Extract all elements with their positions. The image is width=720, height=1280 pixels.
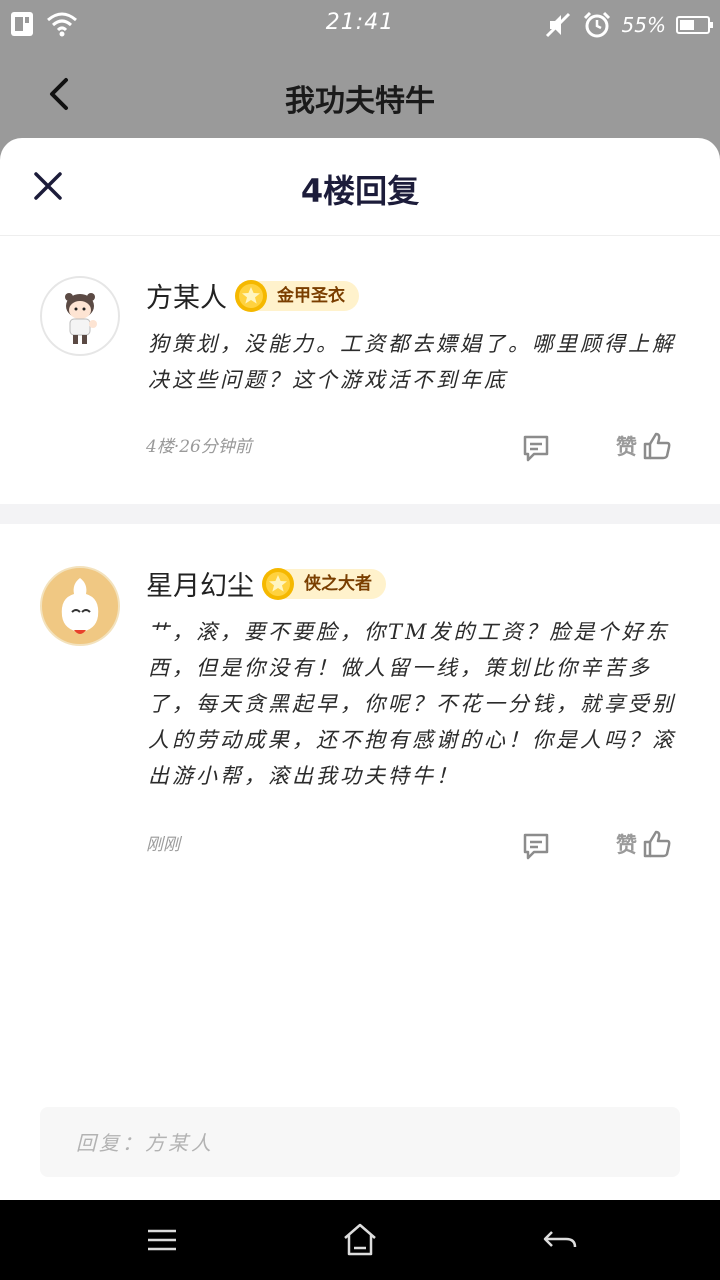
medal-icon xyxy=(262,567,294,600)
comment-header: 方某人 金甲圣衣 xyxy=(146,276,359,315)
comment-meta: 4楼·26分钟前 xyxy=(146,437,252,457)
reply-placeholder: 回复：方某人 xyxy=(76,1131,214,1155)
return-icon[interactable] xyxy=(540,1220,580,1260)
avatar[interactable] xyxy=(40,566,120,646)
comment-item: 方某人 金甲圣衣 狗策划，没能力。工资都去嫖娼了。哪里顾得上解决这些问题？这个游… xyxy=(0,236,720,504)
comment-icon[interactable] xyxy=(520,432,552,464)
comment-icon[interactable] xyxy=(520,830,552,862)
battery-icon xyxy=(676,16,713,34)
avatar[interactable] xyxy=(40,276,120,356)
username[interactable]: 星月幻尘 xyxy=(146,564,254,603)
rank-badge: 侠之大者 xyxy=(262,567,386,600)
section-divider xyxy=(0,504,720,524)
reply-sheet: 4楼回复 方某人 金甲圣衣 狗策划，没能力。工资都去嫖娼了。哪里顾得上解决这些问… xyxy=(0,138,720,1200)
status-bar: 21:41 55% xyxy=(0,0,720,50)
menu-icon[interactable] xyxy=(142,1220,182,1260)
comment-meta: 刚刚 xyxy=(146,835,180,855)
username[interactable]: 方某人 xyxy=(146,276,227,315)
like-label: 赞 xyxy=(616,833,637,857)
thumbs-up-icon xyxy=(643,830,671,858)
battery-percent: 55% xyxy=(621,13,666,37)
medal-icon xyxy=(235,279,267,312)
reply-input[interactable]: 回复：方某人 xyxy=(40,1107,680,1177)
rank-badge: 金甲圣衣 xyxy=(235,279,359,312)
sheet-title: 4楼回复 xyxy=(300,172,420,210)
badge-label: 金甲圣衣 xyxy=(277,285,345,306)
system-nav-bar xyxy=(0,1200,720,1280)
mute-icon xyxy=(545,12,570,38)
like-button[interactable]: 赞 xyxy=(616,828,673,860)
comment-text: 艹，滚，要不要脸，你TM发的工资？脸是个好东西，但是你没有！做人留一线，策划比你… xyxy=(148,620,676,788)
home-icon[interactable] xyxy=(340,1220,380,1260)
alarm-icon xyxy=(583,11,610,38)
like-label: 赞 xyxy=(616,435,637,459)
app-title: 我功夫特牛 xyxy=(285,84,435,119)
comment-header: 星月幻尘 侠之大者 xyxy=(146,564,386,603)
like-button[interactable]: 赞 xyxy=(616,430,673,462)
comment-text: 狗策划，没能力。工资都去嫖娼了。哪里顾得上解决这些问题？这个游戏活不到年底 xyxy=(148,332,676,392)
comment-item: 星月幻尘 侠之大者 艹，滚，要不要脸，你TM发的工资？脸是个好东西，但是你没有！… xyxy=(0,524,720,924)
status-right-icons: 55% xyxy=(544,10,713,40)
sheet-header: 4楼回复 xyxy=(0,138,720,237)
thumbs-up-icon xyxy=(643,432,671,460)
badge-label: 侠之大者 xyxy=(304,573,372,594)
app-bar: 我功夫特牛 xyxy=(0,50,720,140)
